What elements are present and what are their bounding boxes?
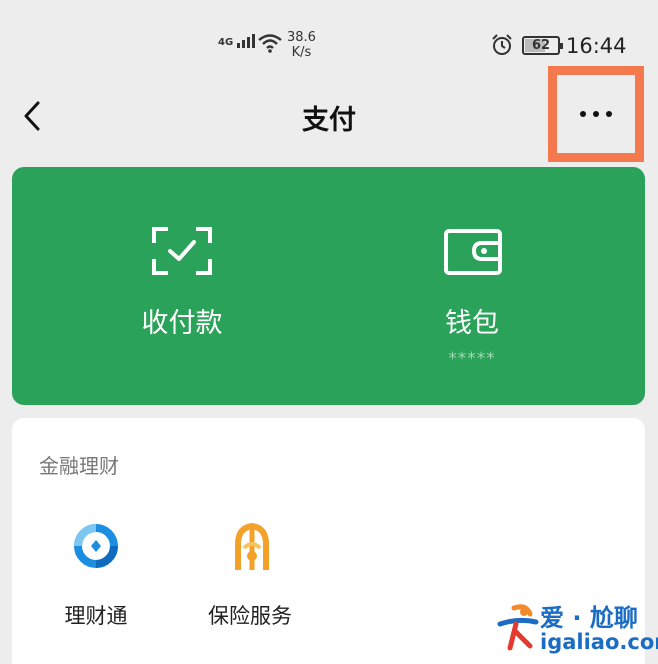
wallet-button[interactable]: 钱包 ***** — [322, 167, 622, 405]
insurance-icon — [235, 522, 269, 570]
scan-check-icon — [152, 227, 212, 275]
watermark-title: 爱 · 尬聊 — [540, 604, 638, 632]
licaitong-button[interactable]: 理财通 — [26, 518, 166, 630]
speed-value: 38.6 — [287, 30, 316, 45]
battery-icon: 62 — [522, 36, 563, 55]
pay-card: 收付款 钱包 ***** — [12, 167, 645, 405]
signal-icon: 4G — [218, 34, 256, 48]
receive-pay-label: 收付款 — [141, 308, 223, 339]
alarm-icon — [492, 34, 512, 55]
network-speed: 38.6 K/s — [287, 30, 316, 60]
insurance-button[interactable]: 保险服务 — [180, 518, 320, 630]
licaitong-label: 理财通 — [64, 604, 128, 628]
wallet-label: 钱包 — [445, 308, 499, 339]
more-button-highlight[interactable] — [548, 66, 644, 162]
more-dots-icon[interactable] — [580, 111, 612, 117]
licaitong-icon — [74, 524, 118, 568]
watermark: 爱 · 尬聊 igaliao.com — [496, 598, 658, 660]
watermark-logo — [497, 604, 539, 651]
watermark-url: igaliao.com — [540, 630, 658, 654]
section-title: 金融理财 — [39, 454, 119, 478]
wifi-icon — [258, 34, 282, 53]
insurance-label: 保险服务 — [208, 604, 292, 628]
network-type: 4G — [218, 37, 234, 48]
receive-pay-button[interactable]: 收付款 — [32, 167, 332, 405]
clock: 16:44 — [566, 34, 627, 58]
wallet-balance-hidden: ***** — [448, 349, 496, 369]
speed-unit: K/s — [291, 45, 312, 60]
wallet-icon — [444, 229, 502, 275]
battery-level: 62 — [531, 38, 551, 53]
